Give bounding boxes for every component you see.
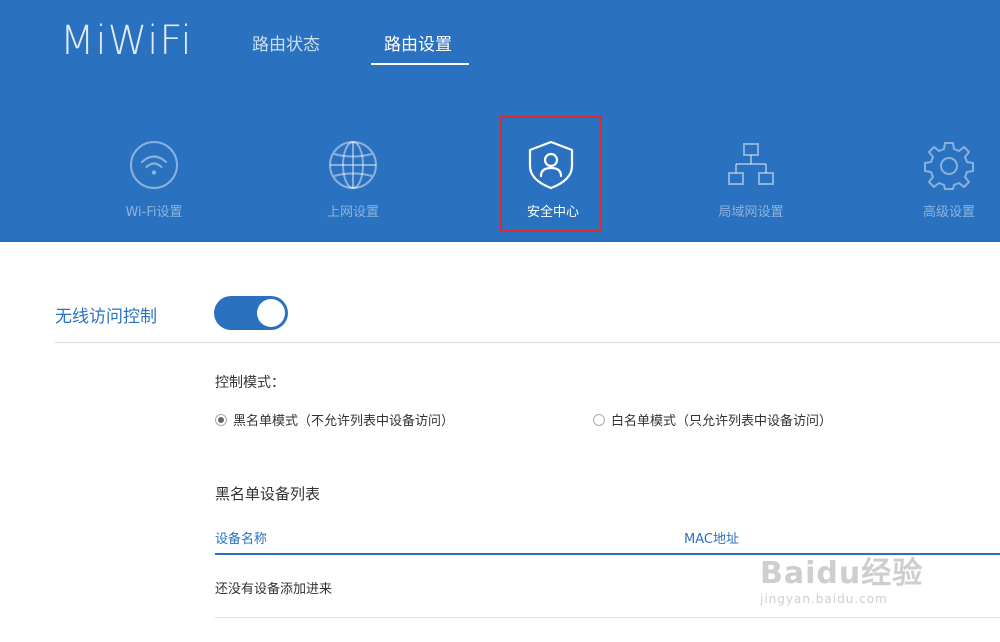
empty-list-message: 还没有设备添加进来: [215, 582, 333, 597]
watermark-brand: Baidu经验: [760, 556, 924, 591]
miwifi-logo: MiWiFi: [60, 18, 193, 64]
radio-dot: [215, 414, 227, 426]
column-device-name: 设备名称: [215, 532, 268, 547]
tab-router-settings[interactable]: 路由设置: [384, 30, 452, 55]
category-internet-settings[interactable]: 上网设置: [302, 116, 404, 232]
tab-router-status[interactable]: 路由状态: [252, 30, 320, 55]
category-wifi-settings[interactable]: Wi-Fi设置: [103, 116, 205, 232]
lan-network-icon: [728, 143, 774, 185]
blacklist-mode-label: 黑名单模式（不允许列表中设备访问）: [233, 414, 455, 429]
category-label: 安全中心: [526, 205, 579, 220]
shield-user-icon: [528, 140, 574, 190]
whitelist-mode-radio[interactable]: 白名单模式（只允许列表中设备访问）: [593, 410, 832, 429]
active-tab-underline: [371, 63, 469, 65]
globe-icon: [329, 141, 377, 189]
baidu-jingyan-watermark: Baidu经验 jingyan.baidu.com: [760, 548, 923, 606]
whitelist-mode-label: 白名单模式（只允许列表中设备访问）: [611, 414, 833, 429]
toggle-knob: [257, 299, 285, 327]
radio-dot: [593, 414, 605, 426]
column-mac-address: MAC地址: [684, 532, 739, 547]
wifi-icon: [130, 141, 178, 189]
category-label: 上网设置: [326, 205, 379, 220]
top-header: MiWiFi 路由状态 路由设置 Wi-Fi设置 上网设置 安全中心 局域网设置…: [0, 0, 1000, 242]
category-label: 高级设置: [922, 205, 975, 220]
category-advanced-settings[interactable]: 高级设置: [898, 116, 1000, 232]
blacklist-device-list-title: 黑名单设备列表: [215, 485, 321, 503]
watermark-url: jingyan.baidu.com: [760, 592, 888, 606]
category-security-center[interactable]: 安全中心: [500, 116, 602, 232]
section-divider: [55, 342, 1000, 343]
category-label: Wi-Fi设置: [125, 205, 183, 220]
control-mode-label: 控制模式：: [215, 375, 285, 391]
category-lan-settings[interactable]: 局域网设置: [700, 116, 802, 232]
wireless-access-toggle[interactable]: [214, 296, 288, 330]
gear-icon: [924, 142, 974, 190]
wireless-access-control-title: 无线访问控制: [55, 307, 157, 327]
category-label: 局域网设置: [718, 205, 784, 220]
table-row-divider: [215, 617, 1000, 618]
blacklist-mode-radio[interactable]: 黑名单模式（不允许列表中设备访问）: [215, 410, 454, 429]
